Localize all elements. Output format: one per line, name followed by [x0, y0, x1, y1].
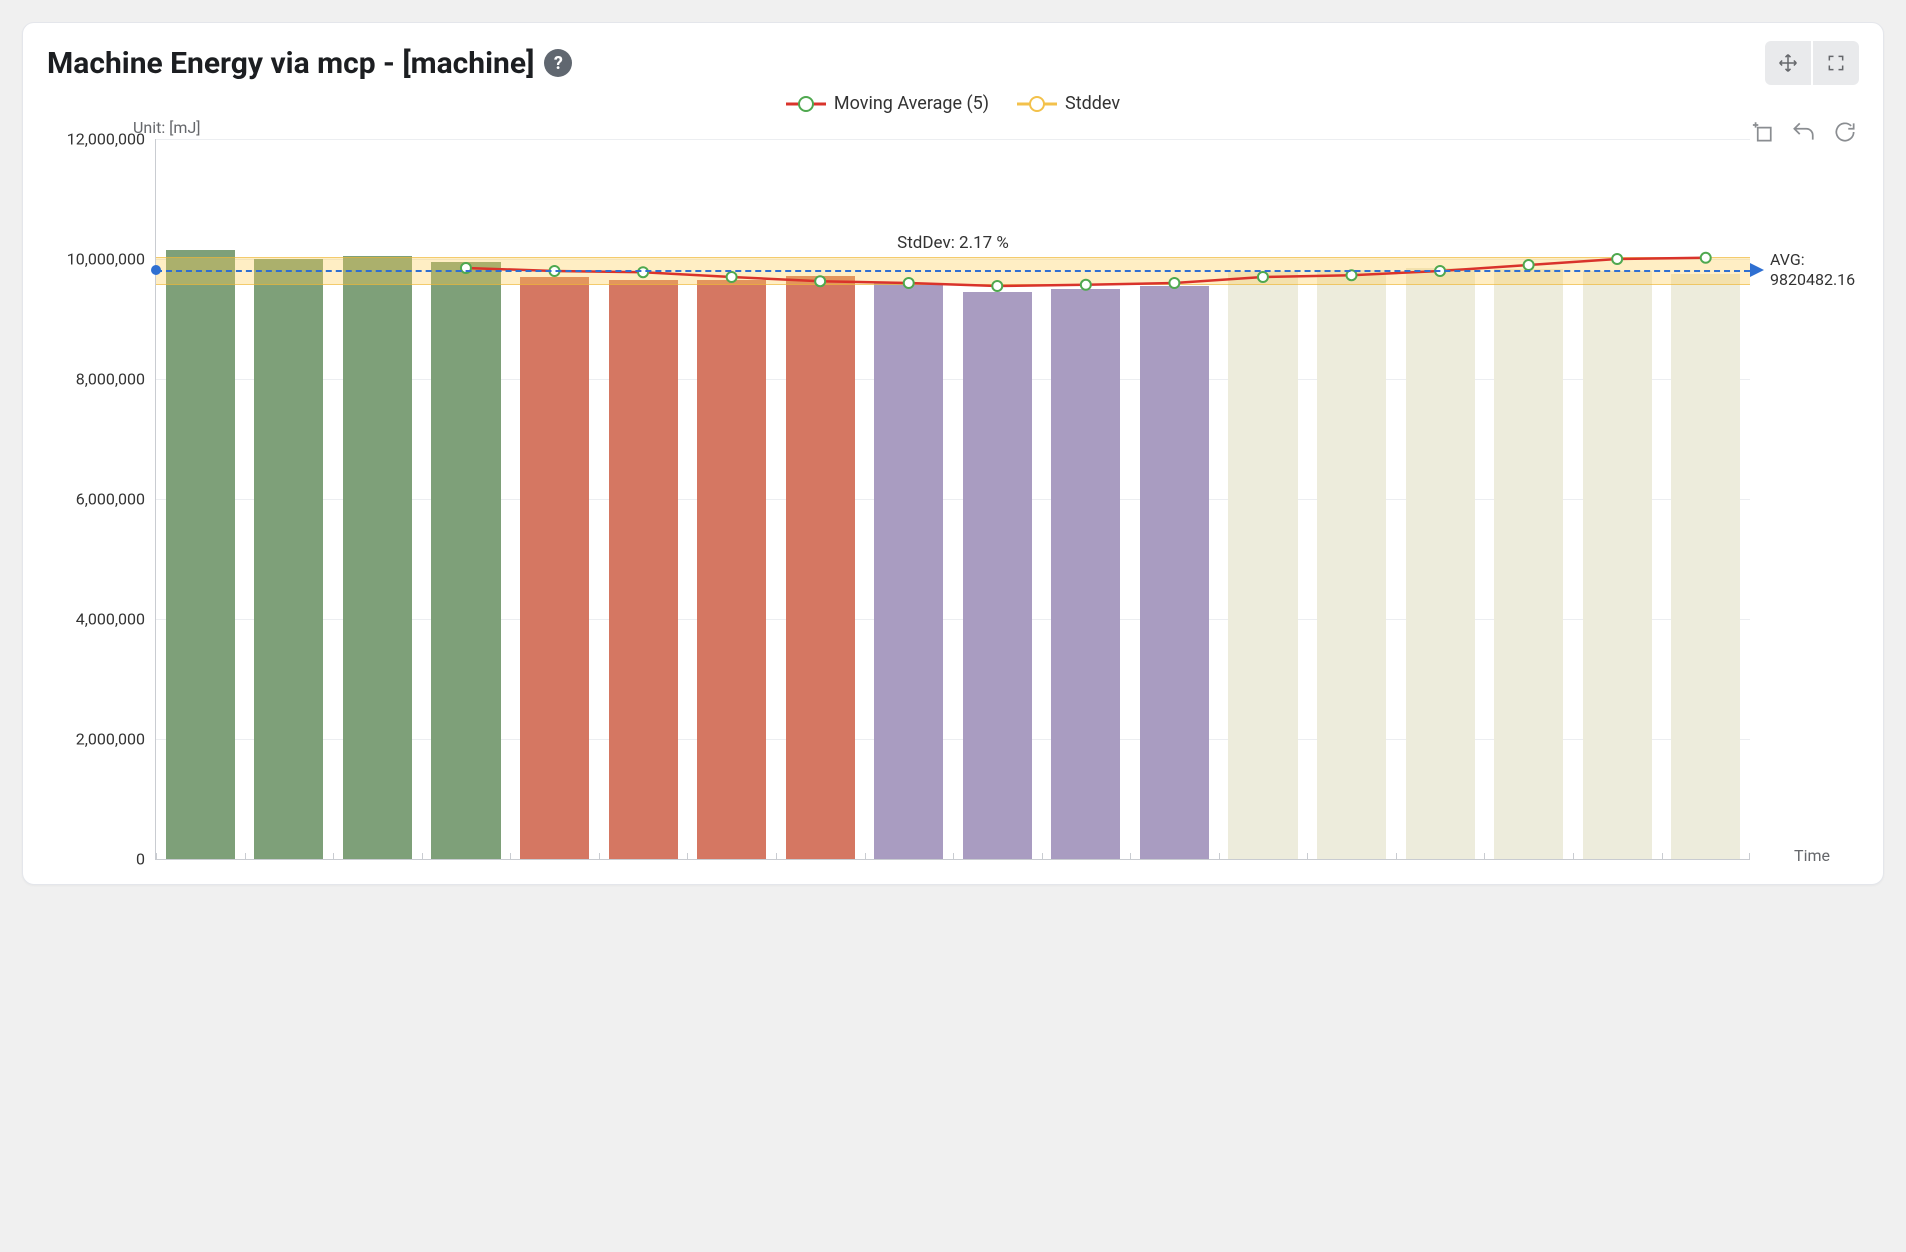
legend-label: Stddev: [1065, 93, 1120, 114]
avg-line: [156, 270, 1750, 272]
fullscreen-button[interactable]: [1813, 41, 1859, 85]
moving-average-point[interactable]: [638, 267, 648, 277]
refresh-icon[interactable]: [1831, 118, 1859, 146]
moving-average-point[interactable]: [1258, 272, 1268, 282]
moving-average-point[interactable]: [727, 272, 737, 282]
avg-line-start-dot: [151, 265, 161, 275]
y-tick-label: 6,000,000: [76, 490, 145, 509]
y-axis: 02,000,0004,000,0006,000,0008,000,00010,…: [47, 139, 155, 859]
moving-average-point[interactable]: [815, 276, 825, 286]
y-tick-label: 0: [136, 850, 145, 869]
legend: Moving Average (5) Stddev: [47, 93, 1859, 114]
undo-icon[interactable]: [1789, 118, 1817, 146]
panel-header: Machine Energy via mcp - [machine] ?: [47, 41, 1859, 85]
panel-header-buttons: [1765, 41, 1859, 85]
x-axis-label: Time: [1794, 846, 1830, 865]
y-tick-label: 2,000,000: [76, 730, 145, 749]
legend-stddev[interactable]: Stddev: [1017, 93, 1120, 114]
y-tick-label: 4,000,000: [76, 610, 145, 629]
chart-toolbar: [1747, 118, 1859, 146]
chart-area: Unit: [mJ] 02,000,0004,000,0006,000,0008…: [47, 118, 1859, 860]
y-tick-label: 10,000,000: [67, 250, 145, 269]
moving-average-point[interactable]: [1524, 260, 1534, 270]
plot-area[interactable]: Time StdDev: 2.17 %AVG:9820482.16: [155, 139, 1750, 860]
moving-average-point[interactable]: [1169, 278, 1179, 288]
moving-average-point[interactable]: [1612, 254, 1622, 264]
avg-line-arrow: [1750, 263, 1764, 277]
chart-panel: Machine Energy via mcp - [machine] ? Mov…: [22, 22, 1884, 885]
y-tick-label: 12,000,000: [67, 130, 145, 149]
y-axis-unit-label: Unit: [mJ]: [133, 118, 1859, 137]
move-panel-button[interactable]: [1765, 41, 1811, 85]
legend-moving-average[interactable]: Moving Average (5): [786, 93, 989, 114]
moving-average-point[interactable]: [1081, 280, 1091, 290]
moving-average-point[interactable]: [992, 281, 1002, 291]
help-icon[interactable]: ?: [544, 49, 572, 77]
moving-average-point[interactable]: [904, 278, 914, 288]
avg-label: AVG:9820482.16: [1770, 250, 1855, 290]
moving-average-point[interactable]: [1701, 253, 1711, 263]
y-tick-label: 8,000,000: [76, 370, 145, 389]
stddev-label: StdDev: 2.17 %: [897, 233, 1009, 253]
legend-label: Moving Average (5): [834, 93, 989, 114]
panel-title: Machine Energy via mcp - [machine]: [47, 46, 534, 81]
add-area-icon[interactable]: [1747, 118, 1775, 146]
